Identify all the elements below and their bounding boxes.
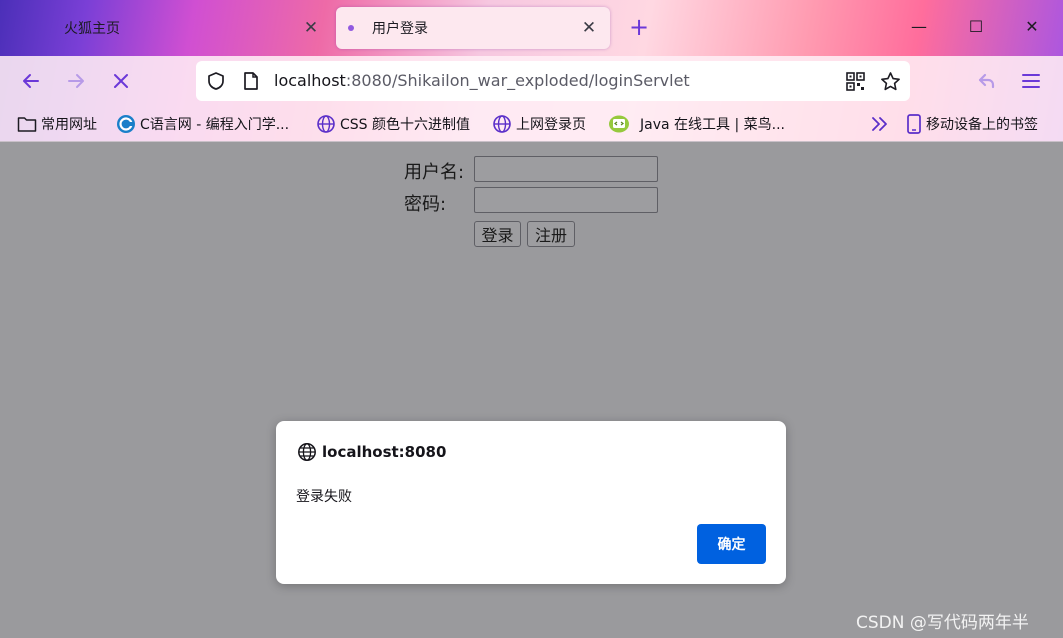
double-chevron-right-icon	[872, 117, 887, 131]
bookmark-label: 常用网址	[41, 117, 97, 133]
forward-button[interactable]	[61, 66, 91, 96]
shield-icon[interactable]	[206, 71, 226, 91]
bookmark-star-icon[interactable]	[880, 71, 901, 92]
folder-icon	[17, 117, 37, 132]
bookmarks-toolbar: 常用网址 C语言网 - 编程入门学... CSS 颜色十六进制值 上网登录页 J…	[0, 106, 1063, 142]
bookmark-network-login[interactable]: 上网登录页	[492, 113, 586, 135]
forward-arrow-icon	[68, 74, 84, 88]
tab-label: 用户登录	[372, 21, 428, 37]
bookmark-runoob-java[interactable]: Java 在线工具 | 菜鸟...	[608, 113, 785, 135]
maximize-button[interactable]: ☐	[965, 16, 987, 38]
reply-arrow-icon	[978, 73, 995, 89]
bookmark-mobile[interactable]: 移动设备上的书签	[906, 113, 1038, 135]
bookmark-dotcpp[interactable]: C语言网 - 编程入门学...	[116, 113, 289, 135]
new-tab-button[interactable]: +	[626, 14, 652, 40]
bookmark-label: 上网登录页	[516, 117, 586, 133]
bookmark-label: 移动设备上的书签	[926, 117, 1038, 133]
hamburger-menu-icon	[1022, 74, 1040, 88]
url-path: :8080/Shikailon_war_exploded/loginServle…	[345, 71, 690, 90]
password-input[interactable]	[474, 187, 658, 213]
menu-button[interactable]	[1016, 66, 1046, 96]
dialog-origin: localhost:8080	[322, 443, 447, 461]
url-text[interactable]: localhost:8080/Shikailon_war_exploded/lo…	[274, 71, 690, 90]
bookmark-common-sites[interactable]: 常用网址	[17, 113, 97, 135]
tab-strip: 火狐主页 ✕ 用户登录 ✕ + — ☐ ✕	[0, 0, 1063, 56]
address-bar[interactable]: localhost:8080/Shikailon_war_exploded/lo…	[196, 61, 910, 101]
qr-code-icon[interactable]	[846, 72, 865, 91]
login-button[interactable]: 登录	[474, 221, 521, 247]
page-info-icon[interactable]	[242, 71, 260, 91]
stop-icon	[114, 74, 128, 88]
browser-chrome: 火狐主页 ✕ 用户登录 ✕ + — ☐ ✕ localhost:8080/Shi…	[0, 0, 1063, 142]
url-host: localhost	[274, 71, 346, 90]
watermark: CSDN @写代码两年半	[856, 613, 1029, 633]
window-close-button[interactable]: ✕	[1021, 16, 1043, 38]
globe-icon	[493, 115, 511, 133]
dialog-header: localhost:8080	[297, 442, 446, 462]
username-input[interactable]	[474, 156, 658, 182]
bookmark-css-colors[interactable]: CSS 颜色十六进制值	[316, 113, 470, 135]
back-button[interactable]	[16, 66, 46, 96]
bookmark-label: CSS 颜色十六进制值	[340, 117, 470, 133]
navigation-bar: localhost:8080/Shikailon_war_exploded/lo…	[0, 56, 1063, 106]
tab-firefox-home[interactable]: 火狐主页 ✕	[42, 7, 332, 49]
dialog-message: 登录失败	[296, 489, 352, 505]
globe-icon	[298, 443, 316, 461]
register-button[interactable]: 注册	[527, 221, 575, 247]
loading-dot-icon	[348, 25, 354, 31]
dialog-ok-button[interactable]: 确定	[697, 524, 766, 564]
runoob-icon	[609, 115, 629, 133]
tab-close-icon[interactable]: ✕	[580, 19, 598, 37]
tab-label: 火狐主页	[64, 21, 120, 37]
username-label: 用户名:	[404, 162, 465, 183]
minimize-button[interactable]: —	[908, 16, 930, 38]
globe-icon	[317, 115, 335, 133]
stop-loading-button[interactable]	[106, 66, 136, 96]
account-button[interactable]	[972, 66, 1002, 96]
bookmark-label: Java 在线工具 | 菜鸟...	[640, 117, 785, 133]
password-label: 密码:	[404, 194, 447, 215]
tab-close-icon[interactable]: ✕	[302, 19, 320, 37]
alert-dialog: localhost:8080 登录失败 确定	[276, 421, 786, 584]
back-arrow-icon	[23, 74, 39, 88]
dotcpp-icon	[117, 115, 135, 133]
mobile-icon	[907, 114, 921, 134]
tab-user-login[interactable]: 用户登录 ✕	[336, 7, 610, 49]
bookmarks-overflow-button[interactable]	[870, 113, 894, 135]
bookmark-label: C语言网 - 编程入门学...	[140, 117, 290, 133]
